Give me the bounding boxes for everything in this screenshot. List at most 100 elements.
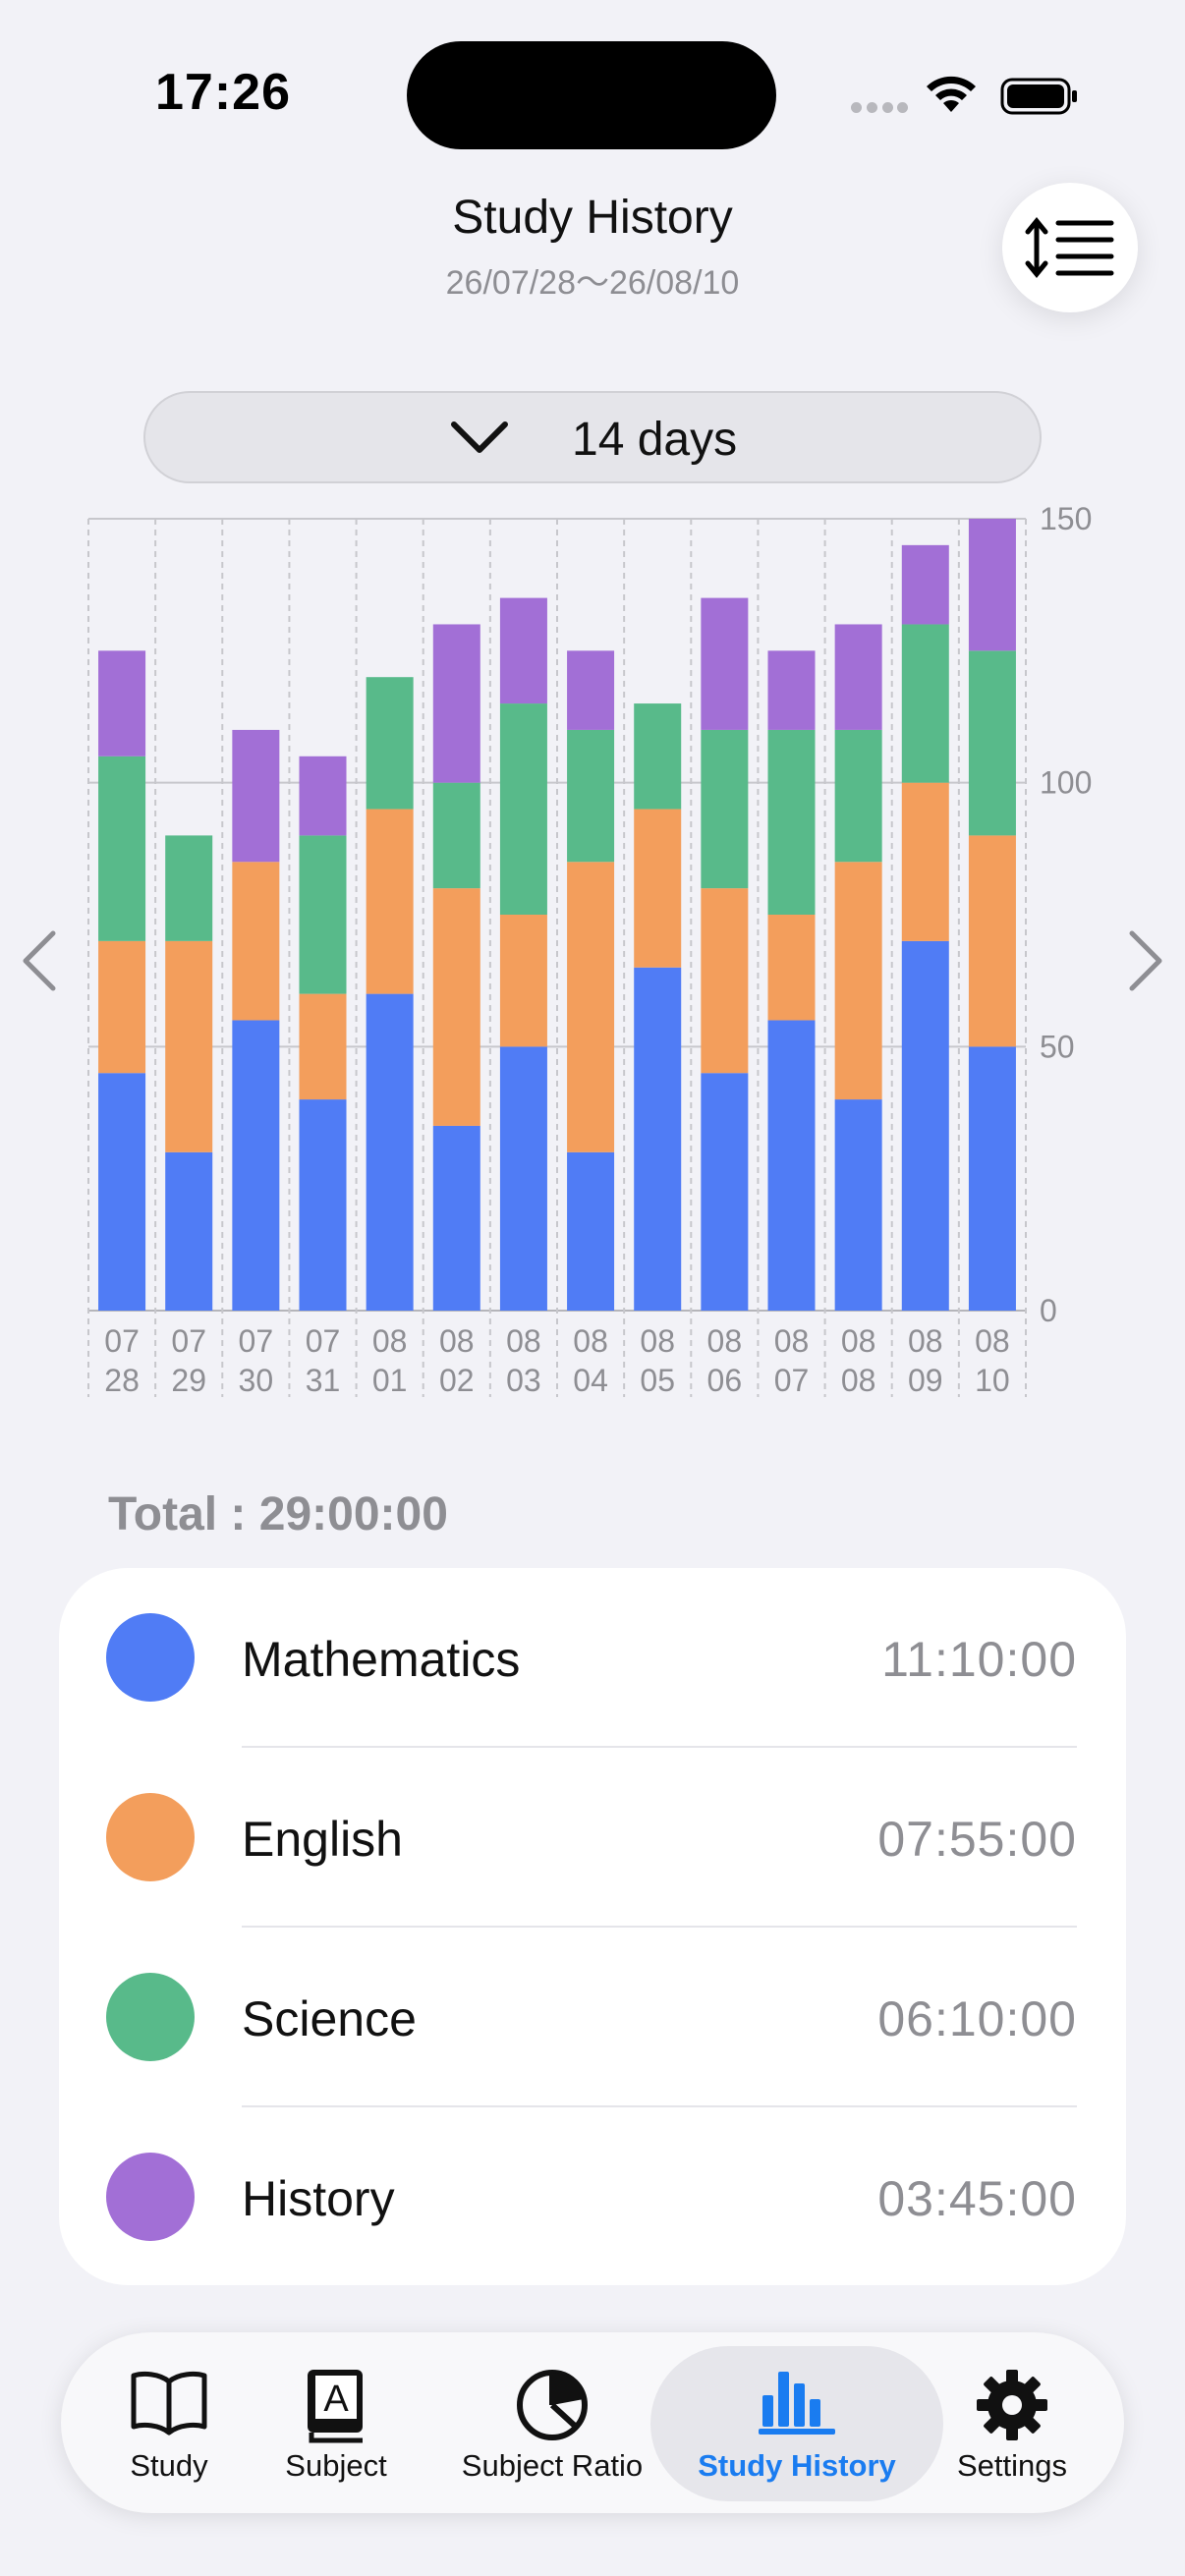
bar-segment xyxy=(299,1099,347,1311)
book-icon xyxy=(131,2371,207,2436)
bar-segment xyxy=(901,544,949,625)
bar-segment xyxy=(767,1020,816,1311)
bar-segment xyxy=(432,782,480,889)
bar-segment xyxy=(299,993,347,1100)
tab-subject-ratio[interactable]: Subject Ratio xyxy=(454,2332,650,2513)
bar-segment xyxy=(499,1046,547,1311)
bar-segment xyxy=(432,888,480,1126)
wifi-icon xyxy=(927,76,976,112)
range-label: 14 days xyxy=(572,414,738,466)
bar-segment xyxy=(366,993,414,1311)
list-item-english[interactable]: English 07:55:00 xyxy=(59,1748,1126,1928)
dynamic-island xyxy=(407,41,776,149)
sort-button[interactable] xyxy=(1002,183,1138,312)
subject-name: Mathematics xyxy=(242,1632,521,1687)
bar-segment xyxy=(299,756,347,836)
bar-segment xyxy=(499,703,547,915)
x-tick-label: 10 xyxy=(975,1363,1010,1398)
subject-name: Science xyxy=(242,1991,417,2046)
x-tick-label: 08 xyxy=(841,1363,876,1398)
bar-segment xyxy=(901,940,949,1311)
status-time: 17:26 xyxy=(155,64,291,121)
x-tick-label: 07 xyxy=(774,1363,810,1398)
tab-label: Settings xyxy=(956,2448,1067,2483)
x-tick-label: 08 xyxy=(707,1323,743,1359)
bar-segment xyxy=(567,729,615,863)
subject-time: 03:45:00 xyxy=(877,2171,1077,2226)
list-item-mathematics[interactable]: Mathematics 11:10:00 xyxy=(59,1568,1126,1748)
bar-segment xyxy=(968,519,1016,651)
subject-color-dot xyxy=(106,1793,195,1881)
x-tick-label: 08 xyxy=(372,1323,408,1359)
sort-list-icon xyxy=(1025,217,1114,278)
x-tick-label: 08 xyxy=(506,1323,541,1359)
range-dropdown[interactable]: 14 days xyxy=(143,391,1042,483)
tab-study[interactable]: Study xyxy=(100,2332,238,2513)
x-tick-label: 08 xyxy=(573,1323,608,1359)
tab-label: Subject xyxy=(285,2448,387,2483)
y-tick-label: 150 xyxy=(1040,501,1092,536)
dictionary-icon: A xyxy=(308,2370,363,2443)
bar-segment xyxy=(366,677,414,810)
list-item-science[interactable]: Science 06:10:00 xyxy=(59,1928,1126,2107)
x-tick-label: 04 xyxy=(573,1363,608,1398)
y-tick-label: 50 xyxy=(1040,1029,1075,1064)
subject-color-dot xyxy=(106,1613,195,1702)
subject-color-dot xyxy=(106,2153,195,2241)
bar-segment xyxy=(499,915,547,1047)
bar-segment xyxy=(232,729,280,863)
bar-segment xyxy=(701,888,749,1074)
x-tick-label: 07 xyxy=(104,1323,140,1359)
subject-time: 07:55:00 xyxy=(877,1812,1077,1867)
x-tick-label: 31 xyxy=(306,1363,341,1398)
x-tick-label: 08 xyxy=(841,1323,876,1359)
bar-segment xyxy=(634,967,682,1311)
bar-segment xyxy=(767,729,816,915)
bar-segment xyxy=(834,862,882,1100)
bar-segment xyxy=(767,650,816,730)
subject-list: Mathematics 11:10:00 English 07:55:00 Sc… xyxy=(59,1568,1126,2285)
x-tick-label: 03 xyxy=(506,1363,541,1398)
x-tick-label: 02 xyxy=(439,1363,475,1398)
bar-segment xyxy=(968,1046,1016,1311)
pie-chart-icon xyxy=(517,2370,588,2440)
x-tick-label: 05 xyxy=(640,1363,675,1398)
bar-segment xyxy=(98,1073,146,1311)
tab-settings[interactable]: Settings xyxy=(943,2332,1081,2513)
y-tick-label: 100 xyxy=(1040,765,1092,801)
tab-label: Study xyxy=(130,2448,208,2483)
x-tick-label: 30 xyxy=(239,1363,274,1398)
tab-label: Study History xyxy=(698,2448,896,2483)
battery-icon xyxy=(1000,78,1077,115)
tab-subject[interactable]: A Subject xyxy=(267,2332,405,2513)
bar-segment xyxy=(165,1151,213,1311)
bar-segment xyxy=(834,624,882,730)
bar-segment xyxy=(98,940,146,1074)
bar-segment xyxy=(432,624,480,783)
bar-segment xyxy=(232,1020,280,1311)
x-tick-label: 09 xyxy=(908,1363,943,1398)
x-tick-label: 07 xyxy=(239,1323,274,1359)
x-tick-label: 28 xyxy=(104,1363,140,1398)
study-history-chart: 0501001500728072907300731080108020803080… xyxy=(87,501,1092,1398)
tab-study-history[interactable]: Study History xyxy=(650,2332,943,2513)
bar-segment xyxy=(165,940,213,1152)
bar-segment xyxy=(567,862,615,1152)
list-item-history[interactable]: History 03:45:00 xyxy=(59,2107,1126,2287)
x-tick-label: 01 xyxy=(372,1363,408,1398)
bar-segment xyxy=(165,835,213,941)
bar-segment xyxy=(968,650,1016,836)
x-tick-label: 07 xyxy=(306,1323,341,1359)
subject-time: 06:10:00 xyxy=(877,1991,1077,2046)
bar-segment xyxy=(901,782,949,941)
bar-segment xyxy=(232,862,280,1021)
x-tick-label: 06 xyxy=(707,1363,743,1398)
x-tick-label: 08 xyxy=(908,1323,943,1359)
bar-segment xyxy=(299,835,347,994)
tab-bar: Study A Subject Subject Ratio Study Hist… xyxy=(61,2332,1124,2513)
x-tick-label: 08 xyxy=(640,1323,675,1359)
subject-color-dot xyxy=(106,1973,195,2061)
subject-name: English xyxy=(242,1812,403,1867)
x-tick-label: 08 xyxy=(439,1323,475,1359)
subject-time: 11:10:00 xyxy=(881,1632,1077,1687)
